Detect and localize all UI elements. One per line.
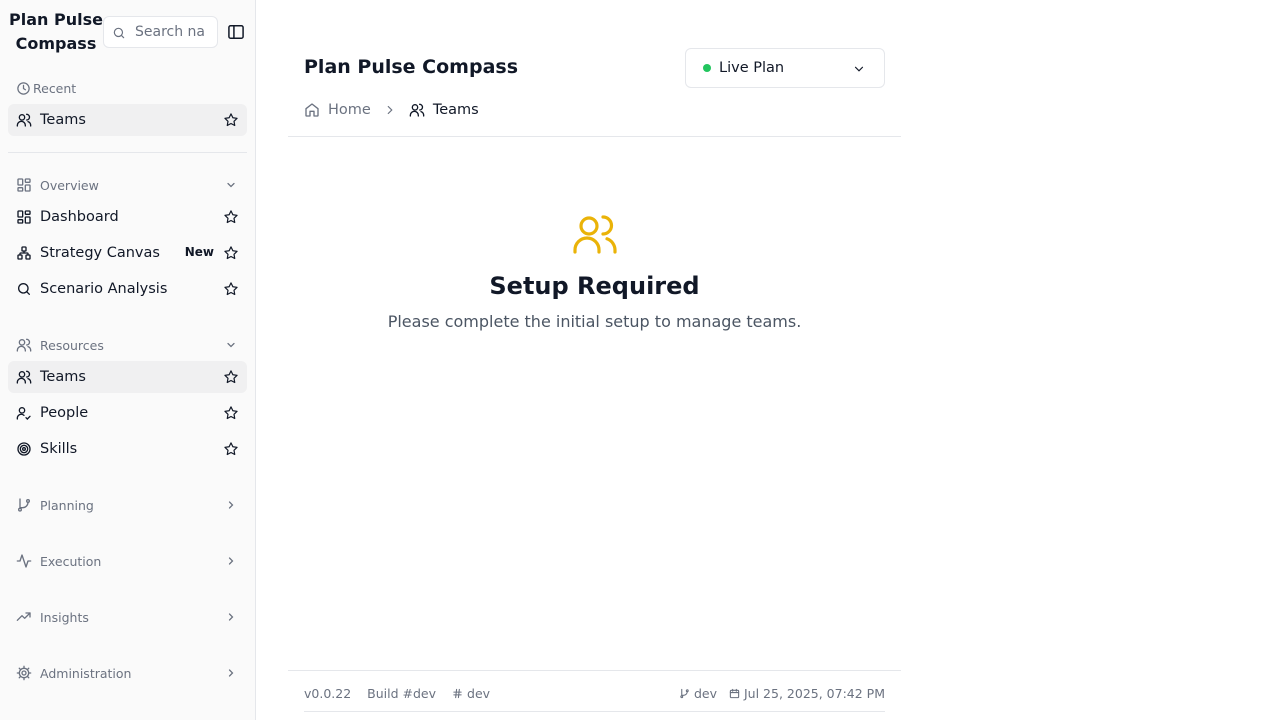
commit-text: dev [467,686,491,701]
sidebar-item-label: Dashboard [40,209,119,225]
section-label: Overview [40,177,99,193]
star-icon[interactable] [223,112,239,128]
version-text: v0.0.22 [304,686,352,701]
workflow-icon [16,245,32,261]
activity-icon [16,553,32,569]
sidebar-toggle-icon[interactable] [226,22,246,42]
hash-icon [452,688,463,699]
target-icon [16,441,32,457]
section-administration[interactable]: Administration [16,663,247,683]
layout-grid-icon [16,177,32,193]
plan-selector[interactable]: Live Plan [685,48,885,88]
star-icon[interactable] [223,441,239,457]
section-label: Planning [40,497,94,513]
star-icon[interactable] [223,245,239,261]
section-overview[interactable]: Overview [16,175,247,195]
footer: v0.0.22 Build #dev dev dev Jul 25, 2025,… [304,686,885,704]
header-divider [288,136,901,137]
sidebar: Plan Pulse Compass Recent Teams Overview [0,0,256,720]
search-icon [16,281,32,297]
search-input[interactable] [135,17,215,47]
empty-state-message: Please complete the initial setup to man… [387,312,802,331]
empty-state: Setup Required Please complete the initi… [288,210,901,331]
chevron-right-icon [383,103,397,117]
sidebar-item-scenario-analysis[interactable]: Scenario Analysis [8,273,247,305]
sidebar-item-label: Skills [40,441,78,457]
search-box[interactable] [103,16,218,48]
chevron-right-icon [225,499,237,511]
section-resources[interactable]: Resources [16,335,247,355]
recent-item-teams[interactable]: Teams [8,104,247,136]
chevron-right-icon [225,555,237,567]
breadcrumb-label: Home [328,102,371,118]
page-title: Plan Pulse Compass [304,56,519,78]
section-execution[interactable]: Execution [16,551,247,571]
section-insights[interactable]: Insights [16,607,247,627]
chevron-right-icon [225,611,237,623]
section-planning[interactable]: Planning [16,495,247,515]
users-icon [409,102,425,118]
chevron-down-icon [225,339,237,351]
users-icon [16,369,32,385]
date-info: Jul 25, 2025, 07:42 PM [729,686,885,701]
recent-label: Recent [33,80,77,96]
layout-grid-icon [16,209,32,225]
breadcrumb: Home Teams [304,100,479,120]
sidebar-item-strategy-canvas[interactable]: Strategy Canvas New [8,237,247,269]
sidebar-divider [8,152,247,153]
search-icon [112,26,126,40]
commit-info: dev [452,686,490,701]
recent-item-label: Teams [40,112,86,128]
star-icon[interactable] [223,405,239,421]
section-label: Insights [40,609,89,625]
new-badge: New [184,245,214,259]
breadcrumb-label: Teams [432,102,479,118]
recent-section-label: Recent [16,78,247,98]
footer-divider [288,670,901,671]
plan-status-dot [703,64,711,72]
main-content: Plan Pulse Compass Live Plan Home Teams [288,0,901,720]
users-icon [571,210,619,258]
git-branch-icon [16,497,32,513]
chevron-down-icon [852,62,866,76]
calendar-icon [729,688,740,699]
branch-info: dev [679,686,717,701]
section-label: Execution [40,553,102,569]
section-label: Administration [40,665,132,681]
build-text: Build #dev [367,686,437,701]
empty-state-title: Setup Required [489,272,700,300]
section-label: Resources [40,337,104,353]
footer-bottom-divider [304,711,885,712]
home-icon [304,102,320,118]
breadcrumb-home[interactable]: Home [304,102,371,118]
sidebar-item-teams[interactable]: Teams [8,361,247,393]
sidebar-item-label: People [40,405,89,421]
git-branch-icon [679,688,690,699]
star-icon[interactable] [223,369,239,385]
sidebar-item-label: Teams [40,369,86,385]
sidebar-item-label: Strategy Canvas [40,245,160,261]
user-check-icon [16,405,32,421]
star-icon[interactable] [223,209,239,225]
sidebar-item-dashboard[interactable]: Dashboard [8,201,247,233]
app-title: Plan Pulse Compass [9,10,103,53]
branch-text: dev [693,686,717,701]
sidebar-item-skills[interactable]: Skills [8,433,247,465]
clock-icon [16,81,31,96]
chevron-right-icon [225,667,237,679]
date-text: Jul 25, 2025, 07:42 PM [744,686,885,701]
plan-selector-value: Live Plan [719,60,785,76]
sidebar-item-people[interactable]: People [8,397,247,429]
chevron-down-icon [225,179,237,191]
sidebar-item-label: Scenario Analysis [40,281,168,297]
users-icon [16,337,32,353]
star-icon[interactable] [223,281,239,297]
users-icon [16,112,32,128]
trending-up-icon [16,609,32,625]
gear-icon [16,665,32,681]
breadcrumb-current: Teams [409,102,479,118]
